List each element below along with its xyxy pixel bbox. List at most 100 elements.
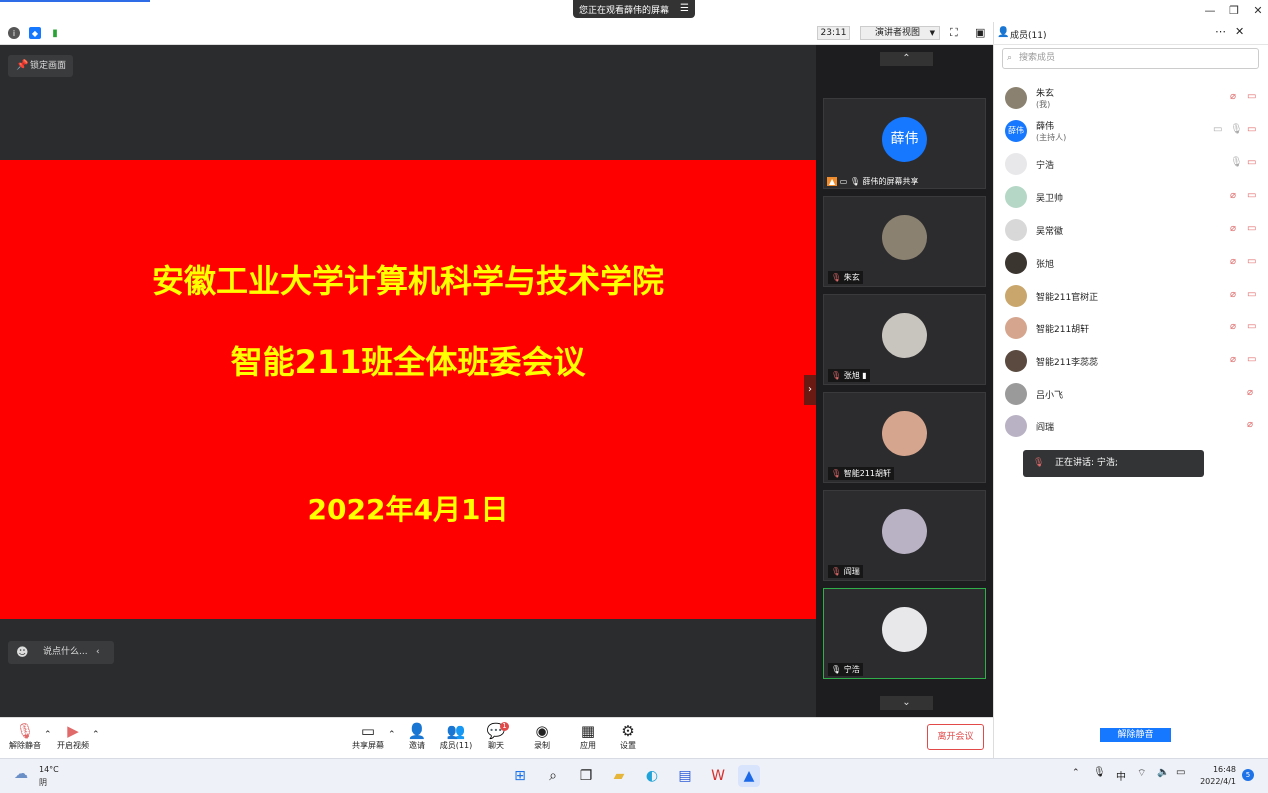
camera-off-icon[interactable]: ▭ (1247, 354, 1256, 365)
member-search-input[interactable]: ⌕ 搜索成员 (1002, 48, 1259, 69)
file-explorer-icon[interactable]: ▰ (608, 765, 630, 787)
camera-off-icon[interactable]: ▭ (1247, 124, 1256, 135)
camera-off-icon[interactable]: ▭ (1247, 223, 1256, 234)
wps-icon[interactable]: W (707, 765, 729, 787)
member-item[interactable]: 朱玄 (我) ⌀ ▭ (1005, 85, 1260, 111)
share-screen-button[interactable]: ▭ 共享屏幕 (346, 722, 390, 751)
scroll-down-button[interactable]: ⌄ (880, 696, 933, 710)
avatar (1005, 87, 1027, 109)
notification-badge[interactable]: 5 (1242, 769, 1254, 781)
search-icon: ⌕ (1007, 53, 1013, 63)
member-item[interactable]: 智能211胡轩 ⌀ ▭ (1005, 315, 1260, 341)
leave-meeting-button[interactable]: 离开会议 (927, 724, 984, 750)
member-name: 智能211官树正 (1036, 293, 1099, 303)
record-button[interactable]: ◉ 录制 (520, 722, 564, 751)
invite-button[interactable]: 👤 邀请 (395, 722, 439, 751)
mic-icon[interactable]: 🎙 (1093, 767, 1106, 778)
shield-icon[interactable]: ◆ (29, 27, 41, 39)
mic-muted-icon[interactable]: ⌀ (1230, 190, 1236, 201)
scroll-up-button[interactable]: ⌃ (880, 52, 933, 66)
mic-muted-icon[interactable]: ⌀ (1230, 91, 1236, 102)
mic-muted-icon[interactable]: ⌀ (1230, 321, 1236, 332)
start-video-button[interactable]: ▶ 开启视频 (51, 722, 95, 751)
view-mode-label: 演讲者视图 (875, 28, 921, 38)
avatar (1005, 350, 1027, 372)
video-tile[interactable]: 🎙 张旭 ▮ (823, 294, 986, 385)
members-button[interactable]: 👥 成员(11) (434, 722, 478, 751)
settings-button[interactable]: ⚙ 设置 (606, 722, 650, 751)
member-item[interactable]: 吕小飞 ⌀ (1005, 381, 1260, 407)
fullscreen-icon[interactable]: ⛶ (950, 26, 958, 40)
close-panel-icon[interactable]: ✕ (1235, 25, 1244, 38)
camera-off-icon[interactable]: ▭ (1247, 256, 1256, 267)
wifi-icon[interactable]: ⌔ (1137, 767, 1146, 780)
task-view-icon[interactable]: ❐ (575, 765, 597, 787)
info-icon[interactable]: i (8, 27, 20, 39)
unmute-button[interactable]: 🎙 解除静音 (3, 722, 47, 751)
member-item[interactable]: 吴常徽 ⌀ ▭ (1005, 217, 1260, 243)
battery-icon[interactable]: ▭ (1176, 767, 1185, 778)
mic-muted-icon[interactable]: ⌀ (1230, 289, 1236, 300)
tile-name: 张旭 (843, 371, 860, 380)
mic-muted-icon[interactable]: ⌀ (1230, 354, 1236, 365)
chevron-left-icon[interactable]: ‹ (96, 641, 100, 664)
mic-muted-icon[interactable]: ⌀ (1247, 387, 1253, 398)
more-icon[interactable]: ⋯ (1215, 25, 1226, 38)
clock-date[interactable]: 2022/4/1 (1197, 777, 1236, 786)
apps-button[interactable]: ▦ 应用 (566, 722, 610, 751)
search-icon[interactable]: ⌕ (542, 765, 564, 787)
camera-off-icon[interactable]: ▭ (1247, 91, 1256, 102)
member-item[interactable]: 宁浩 🎙 ▭ (1005, 151, 1260, 177)
menu-icon[interactable]: ☰ (680, 3, 689, 14)
member-name: 朱玄 (1036, 89, 1055, 99)
mic-muted-icon[interactable]: ⌀ (1230, 223, 1236, 234)
minimize-icon[interactable]: — (1203, 4, 1217, 17)
mic-muted-icon: 🎙 (831, 567, 842, 576)
view-mode-select[interactable]: 演讲者视图 ▼ (860, 26, 940, 40)
restore-icon[interactable]: ❐ (1227, 4, 1241, 17)
member-item[interactable]: 张旭 ⌀ ▭ (1005, 250, 1260, 276)
camera-off-icon[interactable]: ▭ (1247, 289, 1256, 300)
camera-off-icon[interactable]: ▭ (1247, 321, 1256, 332)
member-item[interactable]: 吴卫帅 ⌀ ▭ (1005, 184, 1260, 210)
video-tile-active-speaker[interactable]: 🎙 宁浩 (823, 588, 986, 679)
member-item[interactable]: 阎瑞 ⌀ (1005, 413, 1260, 439)
mic-muted-icon[interactable]: ⌀ (1247, 419, 1253, 430)
avatar: 薛伟 (1005, 120, 1027, 142)
mic-icon[interactable]: 🎙 (1230, 157, 1243, 168)
edge-icon[interactable]: ◐ (641, 765, 663, 787)
unmute-all-button[interactable]: 解除静音 (1100, 728, 1171, 742)
video-tile[interactable]: 薛伟 ▲ ▭ 🎙 薛伟的屏幕共享 (823, 98, 986, 189)
camera-off-icon[interactable]: ▭ (1247, 157, 1256, 168)
quick-chat-input[interactable]: ☻ 说点什么... ‹ (8, 641, 114, 664)
chevron-up-icon[interactable]: ⌃ (1072, 768, 1080, 778)
emoji-icon[interactable]: ☻ (16, 641, 29, 664)
camera-off-icon[interactable]: ▭ (1247, 190, 1256, 201)
weather-icon[interactable]: ☁ (14, 766, 28, 782)
speaker-icon[interactable]: 🔈 (1157, 767, 1169, 778)
tencent-meeting-icon[interactable]: ▲ (738, 765, 760, 787)
video-tile[interactable]: 🎙 智能211胡轩 (823, 392, 986, 483)
sharing-banner[interactable]: 您正在观看薛伟的屏幕 ☰ (573, 0, 695, 18)
store-icon[interactable]: ▤ (674, 765, 696, 787)
collapse-strip-button[interactable]: › (804, 375, 816, 405)
clock-time[interactable]: 16:48 (1212, 765, 1236, 774)
close-icon[interactable]: ✕ (1251, 4, 1265, 17)
mic-icon[interactable]: 🎙 (1230, 124, 1243, 135)
member-item[interactable]: 薛伟 薛伟 (主持人) ▭ 🎙 ▭ (1005, 118, 1260, 144)
video-tile[interactable]: 🎙 朱玄 (823, 196, 986, 287)
tile-label: 🎙 宁浩 (828, 663, 863, 676)
member-item[interactable]: 智能211李蕊蕊 ⌀ ▭ (1005, 348, 1260, 374)
windows-start-icon[interactable]: ⊞ (509, 765, 531, 787)
sidebar-toggle-icon[interactable]: ▣ (975, 26, 985, 39)
mic-muted-icon[interactable]: ⌀ (1230, 256, 1236, 267)
ime-indicator[interactable]: 中 (1116, 768, 1126, 783)
member-item[interactable]: 智能211官树正 ⌀ ▭ (1005, 283, 1260, 309)
member-name: 吕小飞 (1036, 391, 1064, 401)
chevron-up-icon[interactable]: ⌃ (92, 730, 100, 740)
chat-button[interactable]: 💬 聊天 1 (474, 722, 518, 751)
video-tile[interactable]: 🎙 阎瑞 (823, 490, 986, 581)
lock-view-button[interactable]: 📌 锁定画面 (8, 55, 73, 77)
avatar (882, 215, 927, 260)
signal-icon[interactable]: ▮ (49, 27, 61, 39)
